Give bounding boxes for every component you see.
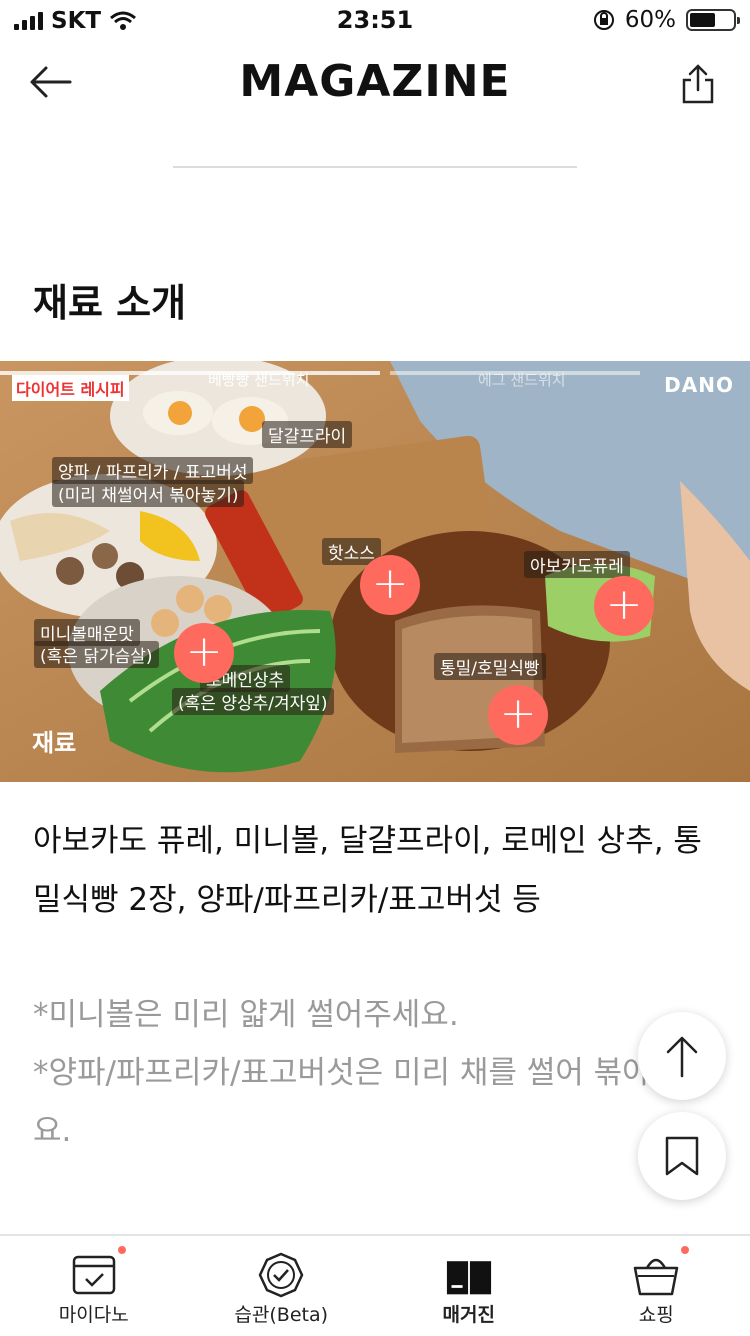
- label-miniball-2: (혹은 닭가슴살): [34, 641, 159, 668]
- label-romaine-2: (혹은 양상추/겨자잎): [172, 688, 334, 715]
- nav-label: 습관(Beta): [188, 1300, 376, 1327]
- battery-icon: [686, 9, 736, 31]
- book-icon: [446, 1252, 492, 1298]
- notification-dot: [118, 1246, 126, 1254]
- note-1: *미니볼은 미리 얇게 썰어주세요.: [33, 986, 723, 1044]
- video-segment-2: 에그 샌드위치: [478, 369, 566, 390]
- label-egg: 달걀프라이: [262, 421, 352, 448]
- dano-logo: DANO: [664, 373, 734, 397]
- nav-item-magazine[interactable]: 매거진: [375, 1236, 563, 1336]
- page-title: MAGAZINE: [0, 56, 750, 107]
- label-avocado: 아보카도퓨레: [524, 551, 630, 578]
- scroll-top-button[interactable]: [638, 1012, 726, 1100]
- hotspot-hot-sauce-button[interactable]: +: [360, 555, 420, 615]
- section-title: 재료 소개: [33, 272, 186, 327]
- nav-item-my-dano[interactable]: 마이다노: [0, 1236, 188, 1336]
- header-divider: [173, 166, 577, 168]
- app-header: MAGAZINE: [0, 40, 750, 130]
- habit-badge-icon: [258, 1252, 304, 1298]
- ingredient-photo: 다이어트 레시피 베빵빵 샌드위치 에그 샌드위치 DANO 달걀프라이 양파 …: [0, 361, 750, 782]
- label-bread: 통밀/호밀식빵: [434, 653, 546, 680]
- bookmark-button[interactable]: [638, 1112, 726, 1200]
- nav-label: 매거진: [375, 1300, 563, 1327]
- image-caption: 재료: [32, 723, 76, 758]
- nav-label: 마이다노: [0, 1300, 188, 1327]
- bookmark-icon: [664, 1135, 700, 1177]
- status-bar: SKT 23:51 60%: [0, 0, 750, 40]
- note-2: *양파/파프리카/표고버섯은 미리 채를 썰어 볶아주세요.: [33, 1044, 723, 1160]
- shopping-basket-icon: [633, 1252, 679, 1298]
- status-right: 60%: [593, 7, 736, 33]
- battery-percent: 60%: [625, 7, 676, 33]
- notification-dot: [681, 1246, 689, 1254]
- label-veg-2: (미리 채썰어서 볶아놓기): [52, 480, 244, 507]
- hotspot-bread-button[interactable]: +: [488, 685, 548, 745]
- bottom-nav: 마이다노 습관(Beta) 매거진 쇼핑: [0, 1234, 750, 1336]
- share-icon[interactable]: [678, 62, 718, 106]
- ingredients-text: 아보카도 퓨레, 미니볼, 달걀프라이, 로메인 상추, 통밀식빵 2장, 양파…: [33, 812, 723, 930]
- video-segment-1: 베빵빵 샌드위치: [208, 369, 309, 390]
- nav-item-habit[interactable]: 습관(Beta): [188, 1236, 376, 1336]
- calendar-check-icon: [71, 1252, 117, 1298]
- notes: *미니볼은 미리 얇게 썰어주세요. *양파/파프리카/표고버섯은 미리 채를 …: [33, 986, 723, 1160]
- hotspot-miniball-button[interactable]: +: [174, 623, 234, 683]
- arrow-up-icon: [665, 1034, 699, 1078]
- nav-label: 쇼핑: [563, 1300, 750, 1327]
- orientation-lock-icon: [593, 9, 615, 31]
- hotspot-avocado-button[interactable]: +: [594, 576, 654, 636]
- brand-badge: 다이어트 레시피: [12, 375, 129, 401]
- nav-item-shopping[interactable]: 쇼핑: [563, 1236, 750, 1336]
